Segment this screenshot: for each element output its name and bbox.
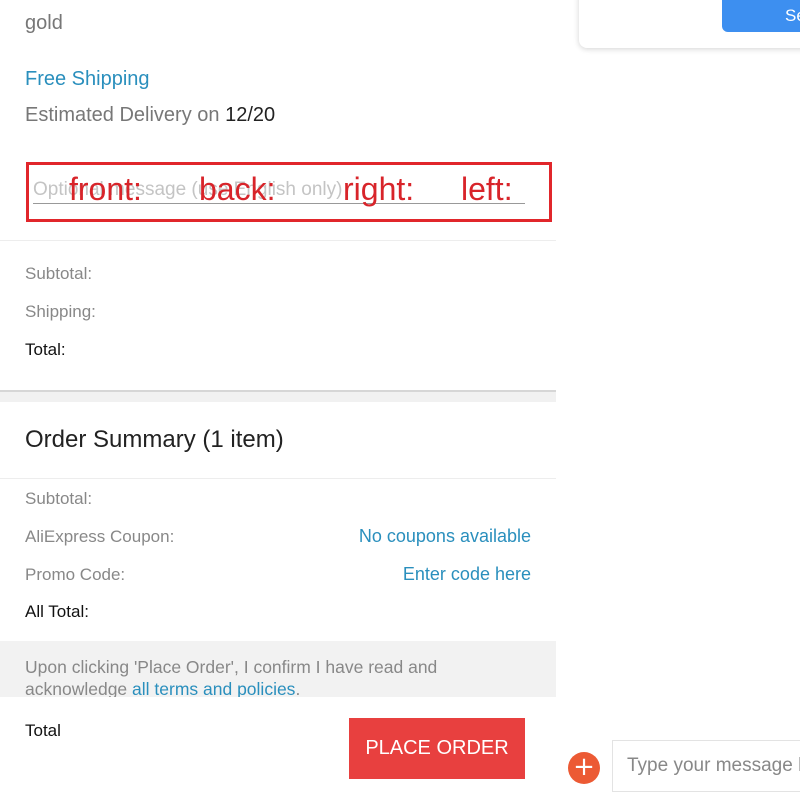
store-total-label: Total: — [25, 340, 66, 359]
terms-suffix: . — [295, 679, 301, 697]
product-variant: gold — [25, 12, 63, 34]
place-order-button[interactable]: PLACE ORDER — [349, 718, 525, 779]
store-subtotal-label: Subtotal: — [25, 264, 93, 283]
delivery-date: 12/20 — [225, 104, 276, 126]
checkout-panel: gold Free Shipping Estimated Delivery on… — [0, 0, 556, 800]
annotation-front: front: — [69, 171, 142, 207]
divider — [0, 240, 556, 241]
promo-code-label: Promo Code: — [25, 565, 126, 584]
coupon-label: AliExpress Coupon: — [25, 527, 175, 546]
message-annotation-box: front: back: right: left: — [26, 162, 552, 222]
shipping-method-link[interactable]: Free Shipping — [25, 68, 150, 91]
popup-action-button[interactable]: Se — [722, 0, 800, 32]
footer-total-label: Total — [25, 721, 61, 740]
chat-message-input[interactable] — [612, 740, 800, 792]
checkout-footer: Total PLACE ORDER — [0, 697, 556, 800]
terms-notice: Upon clicking 'Place Order', I confirm I… — [0, 641, 556, 697]
annotation-right: right: — [343, 171, 415, 207]
delivery-prefix: Estimated Delivery on — [25, 104, 226, 126]
summary-subtotal-label: Subtotal: — [25, 489, 93, 508]
store-shipping-label: Shipping: — [25, 302, 96, 321]
promo-code-link[interactable]: Enter code here — [403, 564, 531, 585]
terms-policies-link[interactable]: all terms and policies — [132, 679, 295, 697]
estimated-delivery: Estimated Delivery on 12/20 — [25, 104, 275, 127]
popup-card: Se — [579, 0, 800, 48]
annotation-left: left: — [461, 171, 513, 207]
section-divider — [0, 390, 556, 402]
coupon-value-link[interactable]: No coupons available — [359, 526, 531, 547]
terms-notice-text: Upon clicking 'Place Order', I confirm I… — [25, 656, 525, 697]
divider — [0, 478, 556, 479]
order-summary-title: Order Summary (1 item) — [25, 426, 284, 453]
annotation-back: back: — [199, 171, 276, 207]
chat-add-button[interactable]: + — [568, 752, 600, 784]
plus-icon: + — [573, 752, 595, 782]
all-total-label: All Total: — [25, 602, 89, 621]
